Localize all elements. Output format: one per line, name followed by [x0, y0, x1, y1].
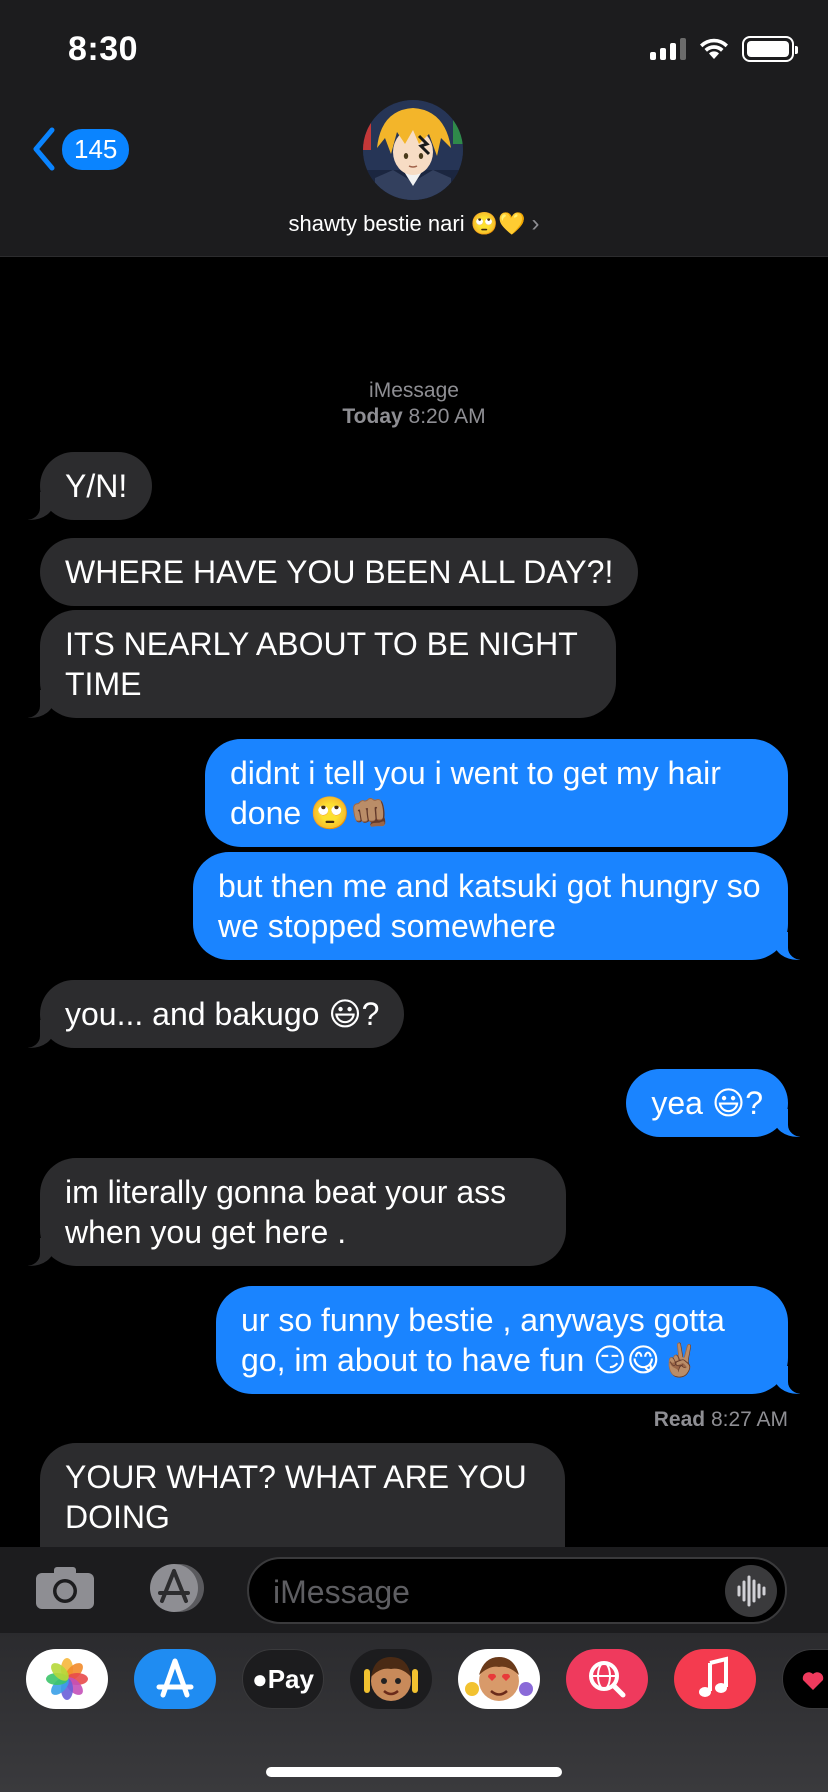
battery-icon: [742, 36, 798, 62]
audio-message-button[interactable]: [725, 1565, 777, 1617]
incoming-message[interactable]: im literally gonna beat your ass when yo…: [18, 1158, 566, 1266]
app-store-app-button[interactable]: [134, 1649, 216, 1709]
animoji-stickers-app-button[interactable]: [458, 1649, 540, 1709]
read-receipt: Read 8:27 AM: [654, 1408, 788, 1432]
thread-timestamp: iMessage Today 8:20 AM: [0, 378, 828, 430]
incoming-message[interactable]: Y/N!: [17, 452, 153, 520]
images-search-app-button[interactable]: [566, 1649, 648, 1709]
animoji-stickers-icon: [465, 1657, 533, 1701]
digital-touch-app-button[interactable]: [782, 1649, 828, 1709]
contact-name[interactable]: shawty bestie nari 🙄💛 ›: [0, 210, 828, 238]
composer-bar: iMessage: [0, 1547, 828, 1633]
back-button[interactable]: 145: [30, 126, 130, 172]
status-time: 8:30: [68, 30, 139, 68]
chevron-left-icon: [33, 127, 55, 171]
status-icons: [650, 36, 798, 62]
service-label: iMessage: [369, 379, 459, 402]
message-text: didnt i tell you i went to get my hair d…: [230, 755, 721, 831]
photos-app-button[interactable]: [26, 1649, 108, 1709]
read-time: 8:27 AM: [710, 1408, 788, 1431]
waveform-icon: [737, 1575, 766, 1607]
app-store-icon: [156, 1658, 194, 1698]
message-text: you... and bakugo 😃?: [65, 996, 380, 1032]
apple-logo-icon: ●: [252, 1664, 268, 1694]
message-text: but then me and katsuki got hungry so we…: [218, 868, 761, 944]
outgoing-message[interactable]: but then me and katsuki got hungry so we…: [193, 852, 810, 960]
apple-pay-label: Pay: [267, 1664, 314, 1694]
read-label: Read: [653, 1408, 706, 1431]
memoji-icon: [364, 1657, 418, 1701]
wifi-icon: [700, 38, 728, 59]
cellular-signal-icon: [650, 38, 686, 60]
message-text: YOUR WHAT? WHAT ARE YOU DOING: [65, 1459, 527, 1535]
contact-name-label: shawty bestie nari 🙄💛: [288, 211, 526, 236]
apple-pay-app-button[interactable]: ●Pay: [242, 1649, 324, 1709]
music-app-button[interactable]: [674, 1649, 756, 1709]
app-drawer: ●Pay: [0, 1633, 828, 1792]
message-text: yea 😃?: [651, 1085, 763, 1121]
outgoing-message[interactable]: didnt i tell you i went to get my hair d…: [205, 739, 788, 847]
digital-touch-icon: [802, 1672, 824, 1690]
music-note-icon: [699, 1656, 728, 1697]
memoji-app-button[interactable]: [350, 1649, 432, 1709]
status-bar: 8:30: [0, 0, 828, 100]
camera-icon[interactable]: [34, 1565, 96, 1611]
conversation-header: 145 shawty bestie nari 🙄💛 ›: [0, 100, 828, 257]
incoming-message[interactable]: WHERE HAVE YOU BEEN ALL DAY?!: [40, 538, 639, 606]
date-time: 8:20 AM: [408, 405, 486, 428]
home-indicator[interactable]: [266, 1767, 562, 1777]
message-input[interactable]: iMessage: [247, 1557, 787, 1624]
incoming-message[interactable]: YOUR WHAT? WHAT ARE YOU DOING: [40, 1443, 565, 1548]
date-label: Today: [342, 405, 403, 428]
message-text: ITS NEARLY ABOUT TO BE NIGHT TIME: [65, 626, 578, 702]
message-text: Y/N!: [65, 468, 128, 504]
photos-icon: [46, 1658, 88, 1700]
message-text: WHERE HAVE YOU BEEN ALL DAY?!: [65, 554, 614, 590]
incoming-message[interactable]: you... and bakugo 😃?: [17, 980, 405, 1048]
message-text: ur so funny bestie , anyways gotta go, i…: [241, 1302, 725, 1378]
message-thread[interactable]: iMessage Today 8:20 AM Y/N! WHERE HAVE Y…: [0, 258, 828, 1548]
message-input-placeholder: iMessage: [273, 1574, 410, 1610]
incoming-message[interactable]: ITS NEARLY ABOUT TO BE NIGHT TIME: [18, 610, 616, 718]
chevron-right-icon: ›: [531, 210, 540, 237]
app-store-icon[interactable]: [140, 1561, 212, 1615]
outgoing-message[interactable]: yea 😃?: [626, 1069, 810, 1137]
outgoing-message[interactable]: ur so funny bestie , anyways gotta go, i…: [216, 1286, 810, 1394]
unread-count-badge: 145: [62, 128, 130, 170]
globe-search-icon: [589, 1661, 626, 1698]
anime-avatar-icon: [363, 100, 463, 200]
message-text: im literally gonna beat your ass when yo…: [65, 1174, 507, 1250]
contact-avatar[interactable]: [363, 100, 463, 200]
